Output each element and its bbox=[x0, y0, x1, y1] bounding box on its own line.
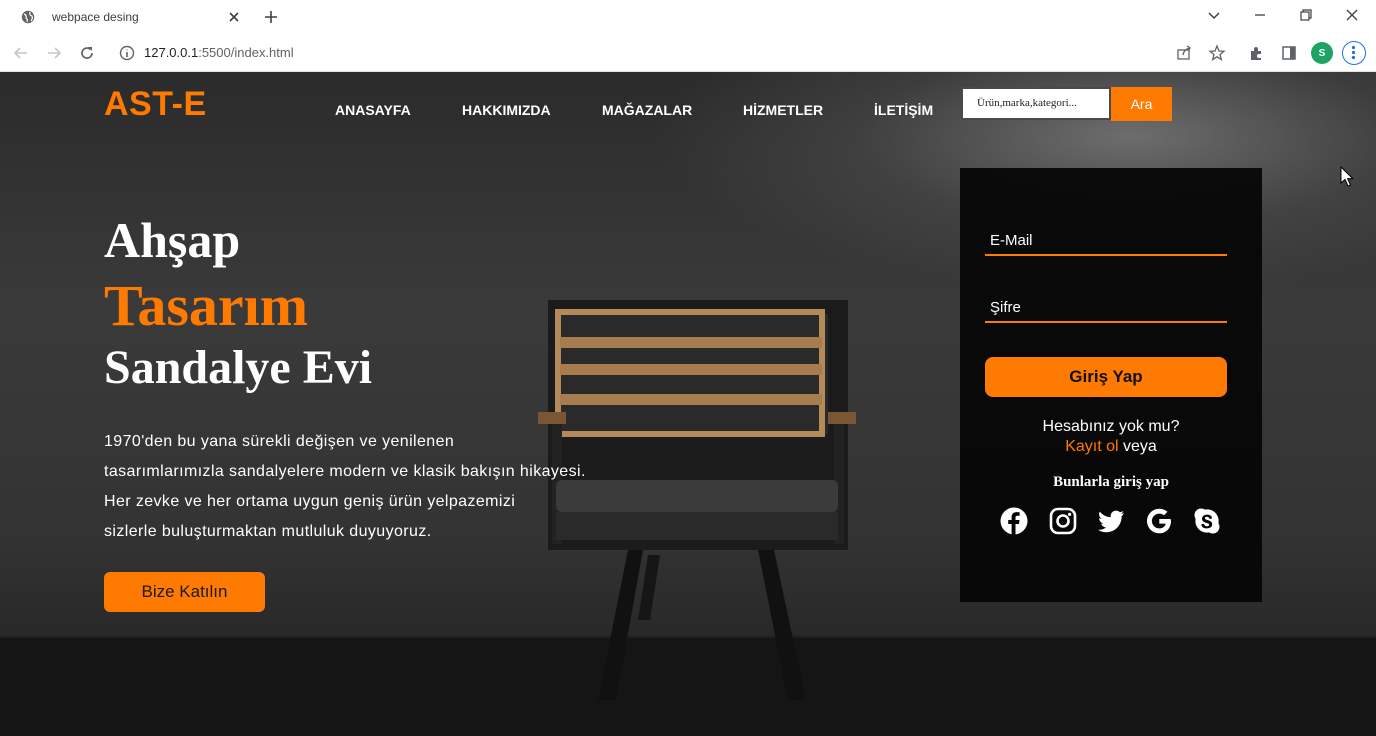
twitter-icon[interactable] bbox=[1096, 506, 1126, 536]
extensions-icon[interactable] bbox=[1248, 44, 1266, 62]
login-panel: E-Mail Şifre Giriş Yap Hesabınız yok mu?… bbox=[960, 168, 1262, 602]
tab-search-chevron-icon[interactable] bbox=[1205, 6, 1223, 24]
hero-description-line: 1970'den bu yana sürekli değişen ve yeni… bbox=[104, 433, 455, 450]
nav-hakkimizda[interactable]: HAKKIMIZDA bbox=[462, 102, 551, 118]
search-input[interactable]: Ürün,marka,kategori... bbox=[961, 87, 1111, 120]
no-account-text: Hesabınız yok mu? bbox=[1042, 418, 1180, 435]
new-tab-icon[interactable] bbox=[263, 9, 279, 25]
side-panel-icon[interactable] bbox=[1280, 44, 1298, 62]
restore-icon[interactable] bbox=[1297, 6, 1315, 24]
social-login-title: Bunlarla giriş yap bbox=[1053, 474, 1169, 490]
close-window-icon[interactable] bbox=[1343, 6, 1361, 24]
hero-title-line2: Tasarım bbox=[104, 273, 309, 338]
instagram-icon[interactable] bbox=[1048, 506, 1078, 536]
browser-toolbar: 127.0.0.1:5500/index.html S bbox=[0, 34, 1376, 72]
register-link[interactable]: Kayıt ol bbox=[1065, 438, 1118, 455]
skype-icon[interactable] bbox=[1192, 506, 1222, 536]
register-line: Kayıt ol veya bbox=[960, 438, 1262, 456]
forward-icon[interactable] bbox=[45, 44, 63, 62]
site-logo[interactable]: AST-E bbox=[104, 85, 207, 124]
hero-title-line3: Sandalye Evi bbox=[104, 341, 373, 394]
mouse-cursor-icon bbox=[1340, 166, 1354, 187]
email-field[interactable]: E-Mail bbox=[985, 232, 1227, 256]
tab-title: webpace desing bbox=[52, 10, 139, 24]
login-button[interactable]: Giriş Yap bbox=[985, 357, 1227, 397]
search-button[interactable]: Ara bbox=[1111, 87, 1172, 121]
hero-description-line: Her zevke ve her ortama uygun geniş ürün… bbox=[104, 493, 516, 510]
password-field[interactable]: Şifre bbox=[985, 299, 1227, 323]
share-icon[interactable] bbox=[1175, 44, 1193, 62]
reload-icon[interactable] bbox=[78, 44, 96, 62]
more-vert-icon bbox=[1351, 45, 1356, 60]
nav-hizmetler[interactable]: HİZMETLER bbox=[743, 102, 823, 118]
browser-tab[interactable]: webpace desing bbox=[8, 0, 252, 34]
hero-description-line: tasarımlarımızla sandalyelere modern ve … bbox=[104, 463, 586, 480]
close-tab-icon[interactable] bbox=[226, 9, 242, 25]
join-button[interactable]: Bize Katılın bbox=[104, 572, 265, 612]
globe-icon bbox=[21, 10, 35, 24]
facebook-icon[interactable] bbox=[999, 506, 1029, 536]
site-info-icon[interactable] bbox=[118, 44, 136, 62]
google-icon[interactable] bbox=[1144, 506, 1174, 536]
nav-iletisim[interactable]: İLETİŞİM bbox=[874, 102, 933, 118]
hero-description: 1970'den bu yana sürekli değişen ve yeni… bbox=[104, 427, 664, 547]
hero-description-line: sizlerle buluşturmaktan mutluluk duyuyor… bbox=[104, 523, 432, 540]
bookmark-star-icon[interactable] bbox=[1208, 44, 1226, 62]
minimize-icon[interactable] bbox=[1251, 6, 1269, 24]
nav-magazalar[interactable]: MAĞAZALAR bbox=[602, 102, 692, 118]
hero-title-line1: Ahşap bbox=[104, 212, 241, 268]
back-icon[interactable] bbox=[12, 44, 30, 62]
profile-avatar[interactable]: S bbox=[1311, 42, 1333, 64]
url-path: :5500/index.html bbox=[198, 45, 294, 60]
url-host: 127.0.0.1 bbox=[144, 45, 199, 60]
page-viewport: AST-E ANASAYFA HAKKIMIZDA MAĞAZALAR HİZM… bbox=[0, 72, 1376, 736]
address-bar[interactable]: 127.0.0.1:5500/index.html bbox=[144, 45, 294, 60]
browser-menu-button[interactable] bbox=[1342, 41, 1366, 65]
nav-anasayfa[interactable]: ANASAYFA bbox=[335, 102, 411, 118]
or-text: veya bbox=[1123, 438, 1157, 455]
browser-tabstrip: webpace desing bbox=[0, 0, 1376, 34]
